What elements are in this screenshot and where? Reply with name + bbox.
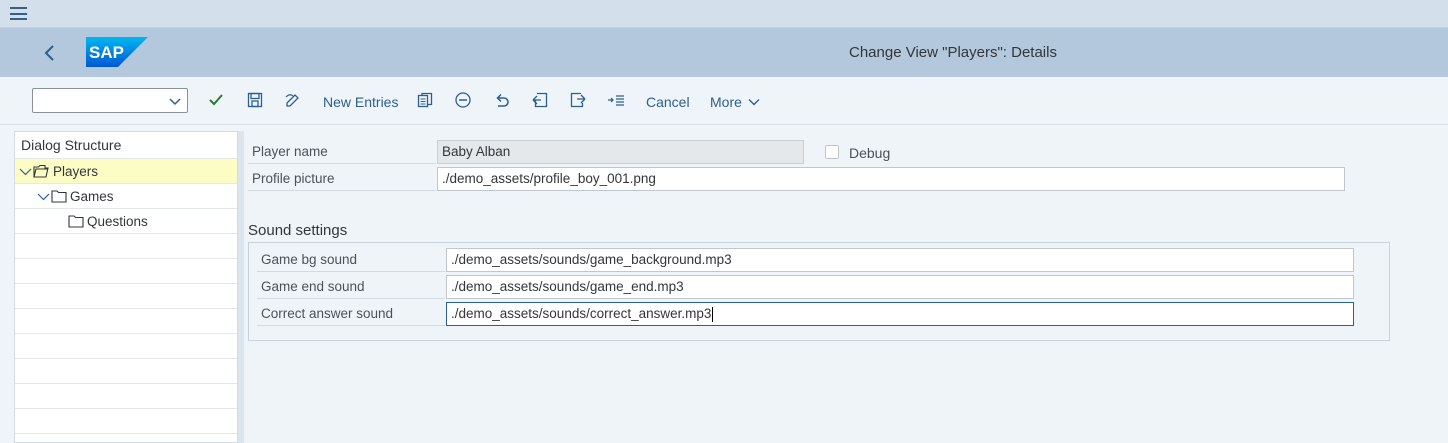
tree-empty-row	[15, 234, 237, 259]
game-end-sound-field[interactable]: ./demo_assets/sounds/game_end.mp3	[446, 275, 1354, 299]
sound-settings-title: Sound settings	[248, 222, 348, 239]
correct-answer-sound-value: ./demo_assets/sounds/correct_answer.mp3	[451, 306, 712, 321]
save-icon[interactable]	[246, 91, 264, 109]
shell-bar: SAP Change View "Players": Details	[0, 28, 1448, 77]
folder-icon	[51, 190, 67, 203]
sap-logo: SAP	[86, 37, 148, 67]
hamburger-menu-icon[interactable]	[10, 7, 27, 20]
checkmark-icon[interactable]	[207, 91, 225, 109]
chevron-down-icon	[748, 99, 760, 106]
command-field[interactable]	[32, 88, 188, 113]
undo-icon[interactable]	[493, 91, 511, 109]
back-arrow-icon[interactable]	[40, 41, 60, 65]
tree-empty-row	[15, 309, 237, 334]
player-name-field[interactable]: Baby Alban	[437, 140, 804, 164]
next-entry-icon[interactable]	[569, 91, 587, 109]
debug-checkbox[interactable]	[825, 145, 839, 159]
correct-answer-sound-label: Correct answer sound	[257, 302, 445, 326]
page-title: Change View "Players": Details	[849, 44, 1057, 61]
menu-bar	[0, 0, 1448, 28]
game-bg-sound-label: Game bg sound	[257, 248, 445, 272]
tree-empty-row	[15, 334, 237, 359]
chevron-down-icon[interactable]	[37, 190, 50, 203]
dialog-structure-tree: Dialog Structure Players Games Questions	[14, 131, 238, 443]
debug-label: Debug	[849, 145, 891, 161]
sap-logo-text: SAP	[89, 43, 124, 62]
profile-picture-label: Profile picture	[248, 167, 436, 191]
copy-as-icon[interactable]	[416, 91, 434, 109]
new-entries-button[interactable]: New Entries	[323, 94, 398, 110]
application-toolbar: New Entries Cancel More	[0, 77, 1448, 125]
folder-icon	[68, 215, 84, 228]
delete-icon[interactable]	[454, 91, 472, 109]
player-name-label: Player name	[248, 140, 436, 164]
correct-answer-sound-field[interactable]: ./demo_assets/sounds/correct_answer.mp3	[446, 302, 1354, 326]
text-caret	[712, 306, 714, 322]
tree-empty-row	[15, 259, 237, 284]
tree-item-label: Games	[70, 189, 114, 204]
tree-item-games[interactable]: Games	[15, 184, 237, 209]
more-button[interactable]: More	[710, 94, 760, 110]
chevron-down-icon[interactable]	[19, 165, 32, 178]
pane-splitter[interactable]	[238, 131, 244, 443]
open-folder-icon	[33, 164, 49, 178]
tree-item-players[interactable]: Players	[15, 159, 237, 184]
game-end-sound-label: Game end sound	[257, 275, 445, 299]
profile-picture-field[interactable]: ./demo_assets/profile_boy_001.png	[437, 167, 1345, 191]
game-bg-sound-field[interactable]: ./demo_assets/sounds/game_background.mp3	[446, 248, 1354, 272]
tree-empty-row	[15, 409, 237, 434]
tree-item-questions[interactable]: Questions	[15, 209, 237, 234]
display-change-icon[interactable]	[284, 91, 302, 109]
cancel-button[interactable]: Cancel	[646, 94, 690, 110]
chevron-down-icon[interactable]	[168, 94, 182, 108]
tree-item-label: Players	[53, 164, 99, 179]
tree-empty-row	[15, 384, 237, 409]
tree-item-label: Questions	[87, 214, 148, 229]
tree-header: Dialog Structure	[15, 132, 237, 159]
tree-empty-row	[15, 359, 237, 384]
select-all-icon[interactable]	[607, 91, 625, 109]
more-label: More	[710, 94, 742, 110]
tree-empty-row	[15, 284, 237, 309]
previous-entry-icon[interactable]	[531, 91, 549, 109]
